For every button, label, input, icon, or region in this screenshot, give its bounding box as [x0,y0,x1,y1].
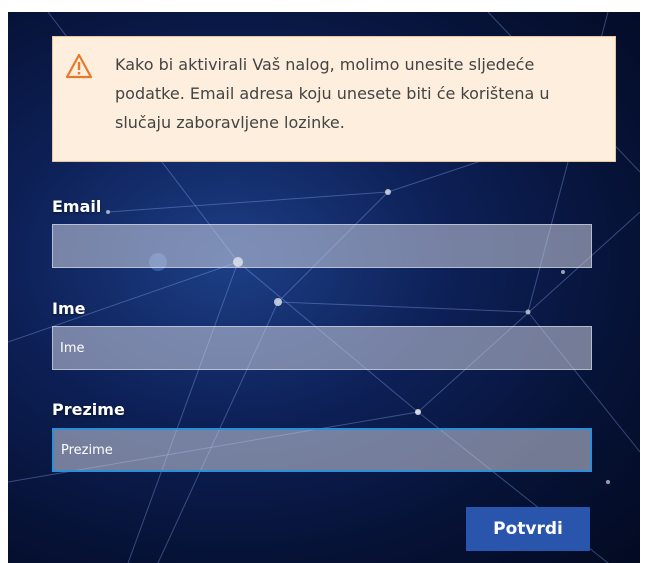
warning-icon [65,53,93,79]
alert-message: Kako bi aktivirali Vaš nalog, molimo une… [115,55,550,132]
last-name-field[interactable] [52,428,592,472]
first-name-field[interactable] [52,326,592,370]
email-field[interactable] [52,224,592,268]
activation-alert: Kako bi aktivirali Vaš nalog, molimo une… [52,36,616,162]
submit-button[interactable]: Potvrdi [466,507,590,551]
email-label: Email [52,197,102,216]
form-panel: Kako bi aktivirali Vaš nalog, molimo une… [8,12,640,563]
last-name-label: Prezime [52,400,125,419]
first-name-label: Ime [52,299,86,318]
